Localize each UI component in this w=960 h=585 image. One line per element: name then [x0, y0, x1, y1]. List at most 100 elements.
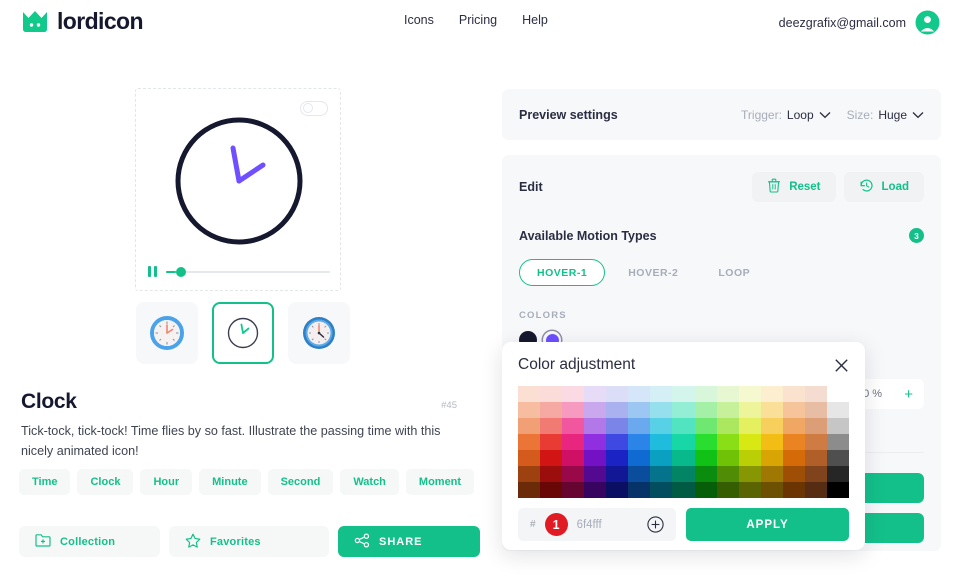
palette-cell[interactable] — [717, 434, 739, 450]
palette-cell[interactable] — [827, 386, 849, 402]
collection-button[interactable]: Collection — [19, 526, 160, 557]
palette-cell[interactable] — [761, 450, 783, 466]
palette-cell[interactable] — [562, 402, 584, 418]
palette-cell[interactable] — [562, 466, 584, 482]
palette-cell[interactable] — [606, 482, 628, 498]
palette-cell[interactable] — [783, 386, 805, 402]
palette-cell[interactable] — [650, 450, 672, 466]
palette-cell[interactable] — [628, 450, 650, 466]
palette-cell[interactable] — [584, 450, 606, 466]
tag-moment[interactable]: Moment — [406, 469, 474, 495]
palette-cell[interactable] — [761, 386, 783, 402]
favorites-button[interactable]: Favorites — [169, 526, 329, 557]
trigger-dropdown[interactable]: Trigger: Loop — [741, 108, 831, 122]
tag-clock[interactable]: Clock — [77, 469, 133, 495]
palette-cell[interactable] — [805, 386, 827, 402]
nav-item-help[interactable]: Help — [522, 13, 548, 27]
palette-cell[interactable] — [805, 466, 827, 482]
palette-cell[interactable] — [562, 386, 584, 402]
palette-cell[interactable] — [606, 450, 628, 466]
playback-slider[interactable] — [166, 271, 330, 273]
palette-cell[interactable] — [650, 402, 672, 418]
palette-cell[interactable] — [518, 402, 540, 418]
palette-cell[interactable] — [739, 466, 761, 482]
palette-cell[interactable] — [628, 466, 650, 482]
palette-cell[interactable] — [562, 434, 584, 450]
tag-minute[interactable]: Minute — [199, 469, 260, 495]
tag-hour[interactable]: Hour — [140, 469, 192, 495]
account-area[interactable]: deezgrafix@gmail.com — [779, 10, 940, 35]
palette-cell[interactable] — [739, 402, 761, 418]
palette-cell[interactable] — [672, 418, 694, 434]
palette-cell[interactable] — [584, 402, 606, 418]
palette-cell[interactable] — [672, 386, 694, 402]
palette-cell[interactable] — [783, 434, 805, 450]
plus-icon[interactable]: + — [904, 387, 913, 402]
palette-cell[interactable] — [518, 434, 540, 450]
palette-cell[interactable] — [805, 482, 827, 498]
brand-logo[interactable]: lordicon — [22, 8, 143, 35]
palette-cell[interactable] — [540, 482, 562, 498]
palette-cell[interactable] — [827, 450, 849, 466]
palette-cell[interactable] — [628, 482, 650, 498]
palette-cell[interactable] — [827, 434, 849, 450]
palette-cell[interactable] — [584, 466, 606, 482]
thumbnail-clock-outline[interactable] — [212, 302, 274, 364]
hex-input[interactable]: 6f4fff — [577, 519, 638, 531]
palette-cell[interactable] — [739, 482, 761, 498]
palette-cell[interactable] — [650, 434, 672, 450]
palette-cell[interactable] — [584, 418, 606, 434]
palette-cell[interactable] — [739, 386, 761, 402]
tag-time[interactable]: Time — [19, 469, 70, 495]
size-dropdown[interactable]: Size: Huge — [847, 108, 924, 122]
palette-cell[interactable] — [606, 418, 628, 434]
palette-cell[interactable] — [584, 386, 606, 402]
close-icon[interactable] — [834, 358, 849, 373]
palette-cell[interactable] — [562, 482, 584, 498]
palette-cell[interactable] — [783, 450, 805, 466]
palette-cell[interactable] — [672, 402, 694, 418]
palette-cell[interactable] — [562, 450, 584, 466]
palette-cell[interactable] — [606, 466, 628, 482]
palette-cell[interactable] — [606, 386, 628, 402]
palette-cell[interactable] — [695, 482, 717, 498]
tag-watch[interactable]: Watch — [340, 469, 399, 495]
load-button[interactable]: Load — [844, 172, 924, 202]
palette-cell[interactable] — [805, 434, 827, 450]
hex-color-field[interactable]: # 1 6f4fff — [518, 508, 676, 541]
palette-cell[interactable] — [540, 450, 562, 466]
palette-cell[interactable] — [827, 482, 849, 498]
palette-cell[interactable] — [761, 434, 783, 450]
palette-cell[interactable] — [650, 418, 672, 434]
palette-cell[interactable] — [562, 418, 584, 434]
palette-cell[interactable] — [540, 386, 562, 402]
palette-cell[interactable] — [827, 418, 849, 434]
playback-slider-thumb[interactable] — [176, 267, 186, 277]
reset-button[interactable]: Reset — [752, 172, 835, 202]
palette-cell[interactable] — [584, 482, 606, 498]
palette-cell[interactable] — [739, 418, 761, 434]
palette-cell[interactable] — [695, 418, 717, 434]
palette-cell[interactable] — [695, 434, 717, 450]
palette-cell[interactable] — [628, 402, 650, 418]
palette-cell[interactable] — [540, 466, 562, 482]
palette-cell[interactable] — [739, 450, 761, 466]
palette-cell[interactable] — [650, 482, 672, 498]
palette-cell[interactable] — [761, 482, 783, 498]
palette-cell[interactable] — [717, 386, 739, 402]
palette-cell[interactable] — [540, 434, 562, 450]
palette-cell[interactable] — [695, 386, 717, 402]
thumbnail-clock-blue-ring[interactable] — [288, 302, 350, 364]
palette-cell[interactable] — [761, 418, 783, 434]
palette-cell[interactable] — [518, 482, 540, 498]
palette-cell[interactable] — [783, 418, 805, 434]
palette-cell[interactable] — [518, 450, 540, 466]
palette-cell[interactable] — [518, 418, 540, 434]
nav-item-pricing[interactable]: Pricing — [459, 13, 497, 27]
palette-cell[interactable] — [540, 402, 562, 418]
motion-tab-hover-1[interactable]: HOVER-1 — [519, 259, 605, 286]
share-button[interactable]: SHARE — [338, 526, 480, 557]
palette-cell[interactable] — [717, 450, 739, 466]
palette-cell[interactable] — [695, 466, 717, 482]
palette-cell[interactable] — [783, 482, 805, 498]
